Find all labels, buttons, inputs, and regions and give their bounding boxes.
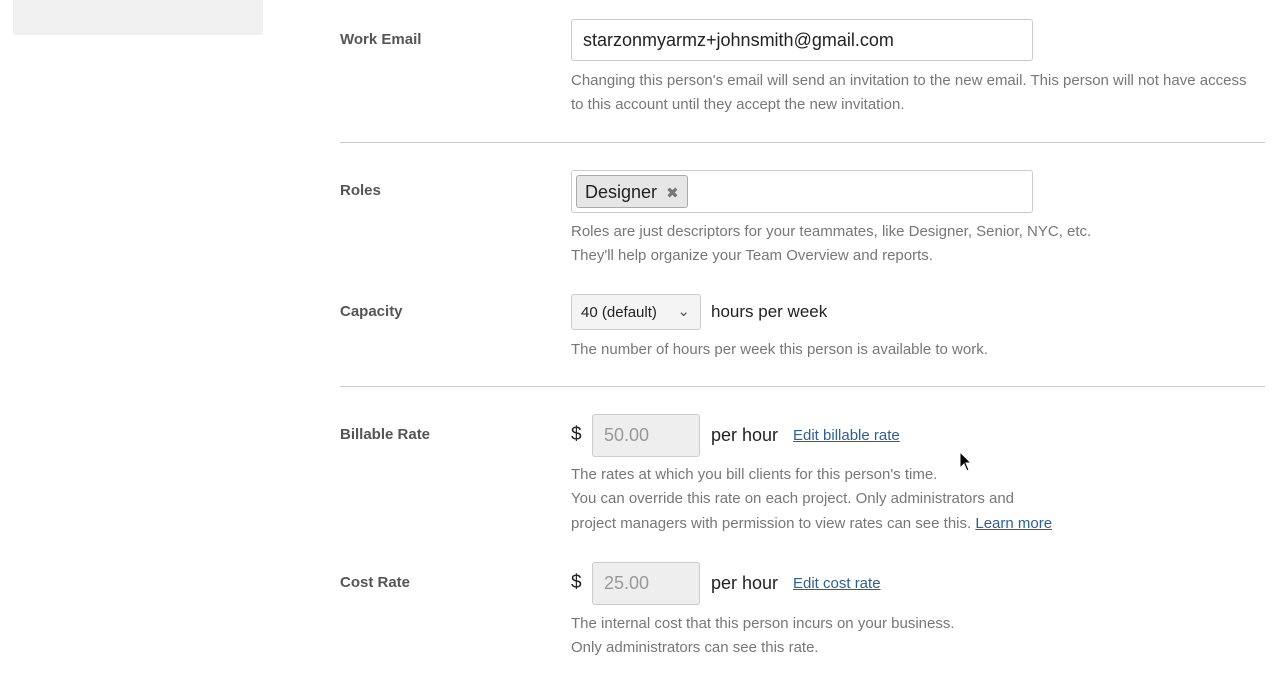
capacity-help: The number of hours per week this person… [571, 341, 988, 358]
role-tag-label: Designer [585, 182, 658, 202]
edit-billable-rate-link[interactable]: Edit billable rate [793, 427, 900, 444]
remove-tag-icon[interactable]: ✖ [666, 185, 679, 202]
currency-symbol: $ [571, 572, 582, 593]
cost-rate-input[interactable]: 25.00 [592, 562, 700, 605]
roles-help-2: They'll help organize your Team Overview… [571, 247, 933, 264]
capacity-label: Capacity [340, 303, 403, 320]
divider [340, 142, 1265, 143]
capacity-select[interactable]: 40 (default) ⌄ [571, 294, 701, 330]
capacity-unit: hours per week [711, 302, 828, 321]
sidebar-item[interactable] [13, 0, 263, 35]
role-tag: Designer ✖ [576, 175, 688, 208]
mouse-cursor-icon [959, 451, 973, 472]
learn-more-link[interactable]: Learn more [975, 515, 1052, 532]
cost-unit: per hour [711, 573, 779, 593]
billable-rate-input[interactable]: 50.00 [592, 414, 700, 457]
work-email-label: Work Email [340, 31, 422, 48]
billable-help-3: project managers with permission to view… [571, 515, 972, 532]
billable-help-1: The rates at which you bill clients for … [571, 466, 938, 483]
divider [340, 386, 1265, 387]
currency-symbol: $ [571, 424, 582, 445]
cost-rate-label: Cost Rate [340, 574, 411, 591]
roles-input[interactable]: Designer ✖ [571, 170, 1033, 213]
capacity-selected: 40 (default) [581, 304, 657, 321]
work-email-help: Changing this person's email will send a… [571, 72, 1247, 113]
cost-help-1: The internal cost that this person incur… [571, 615, 955, 632]
roles-label: Roles [340, 182, 381, 199]
edit-cost-rate-link[interactable]: Edit cost rate [793, 575, 881, 592]
chevron-down-icon: ⌄ [677, 303, 690, 320]
cost-help-2: Only administrators can see this rate. [571, 639, 819, 656]
work-email-input[interactable] [571, 19, 1033, 61]
billable-rate-label: Billable Rate [340, 426, 431, 443]
billable-unit: per hour [711, 425, 779, 445]
roles-help-1: Roles are just descriptors for your team… [571, 223, 1092, 240]
billable-help-2: You can override this rate on each proje… [571, 490, 1015, 507]
